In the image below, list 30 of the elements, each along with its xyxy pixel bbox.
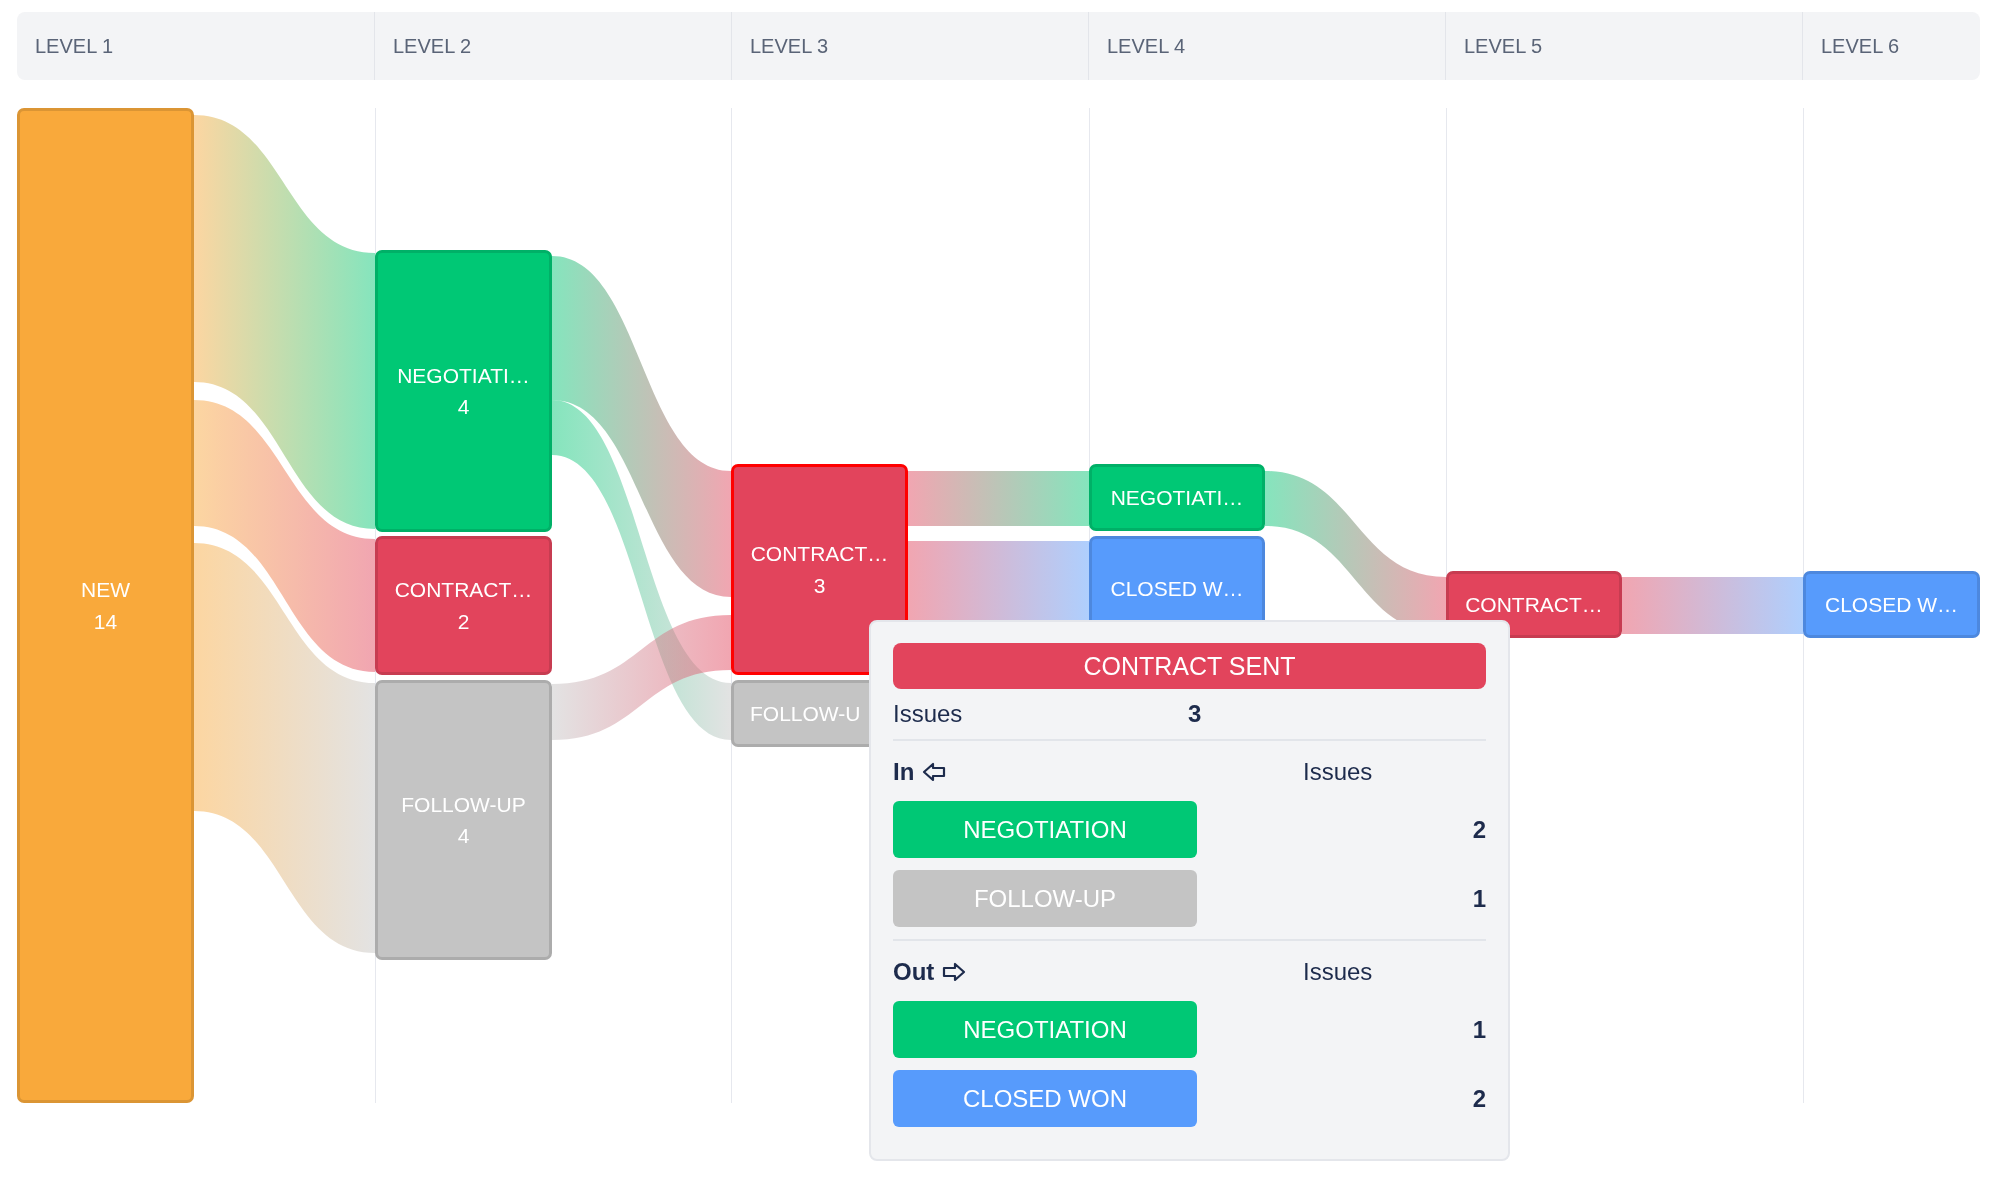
stage-node[interactable]: CONTRACT… bbox=[1446, 571, 1622, 638]
stage-node[interactable]: CONTRACT… 3 bbox=[731, 464, 908, 675]
issue-count: 1 bbox=[1472, 884, 1486, 913]
stage-node[interactable]: FOLLOW-UP 4 bbox=[375, 680, 552, 960]
stage-node[interactable]: CONTRACT… 2 bbox=[375, 536, 552, 675]
level-label: LEVEL 1 bbox=[35, 34, 114, 58]
column-heading: Issues bbox=[1303, 958, 1374, 986]
level-label: LEVEL 2 bbox=[393, 34, 472, 58]
level-label: LEVEL 5 bbox=[1464, 34, 1543, 58]
stage-node[interactable]: NEGOTIATI… 4 bbox=[375, 250, 552, 532]
issue-count: 1 bbox=[1472, 1015, 1486, 1044]
right-arrow-icon bbox=[942, 962, 967, 982]
stage-node[interactable]: NEW 14 bbox=[17, 108, 194, 1103]
level-label: LEVEL 4 bbox=[1107, 34, 1186, 58]
left-arrow-icon bbox=[922, 762, 947, 782]
issues-count: 3 bbox=[1188, 700, 1203, 729]
stage-tag: FOLLOW-UP bbox=[893, 870, 1197, 927]
issue-count: 2 bbox=[1472, 1084, 1486, 1113]
column-heading: Issues bbox=[1303, 758, 1374, 786]
stage-node[interactable]: NEGOTIATI… bbox=[1089, 464, 1265, 531]
stage-title: CONTRACT SENT bbox=[893, 643, 1486, 690]
section-heading: In bbox=[893, 758, 915, 786]
issue-count: 2 bbox=[1472, 815, 1486, 844]
stage-node[interactable]: CLOSED W… bbox=[1803, 571, 1980, 638]
level-label: LEVEL 3 bbox=[750, 34, 829, 58]
level-label: LEVEL 6 bbox=[1821, 34, 1900, 58]
section-heading: Out bbox=[893, 958, 935, 986]
stage-tag: NEGOTIATION bbox=[893, 801, 1197, 858]
stage-tag: NEGOTIATION bbox=[893, 1001, 1197, 1058]
stage-tag: CLOSED WON bbox=[893, 1070, 1197, 1127]
